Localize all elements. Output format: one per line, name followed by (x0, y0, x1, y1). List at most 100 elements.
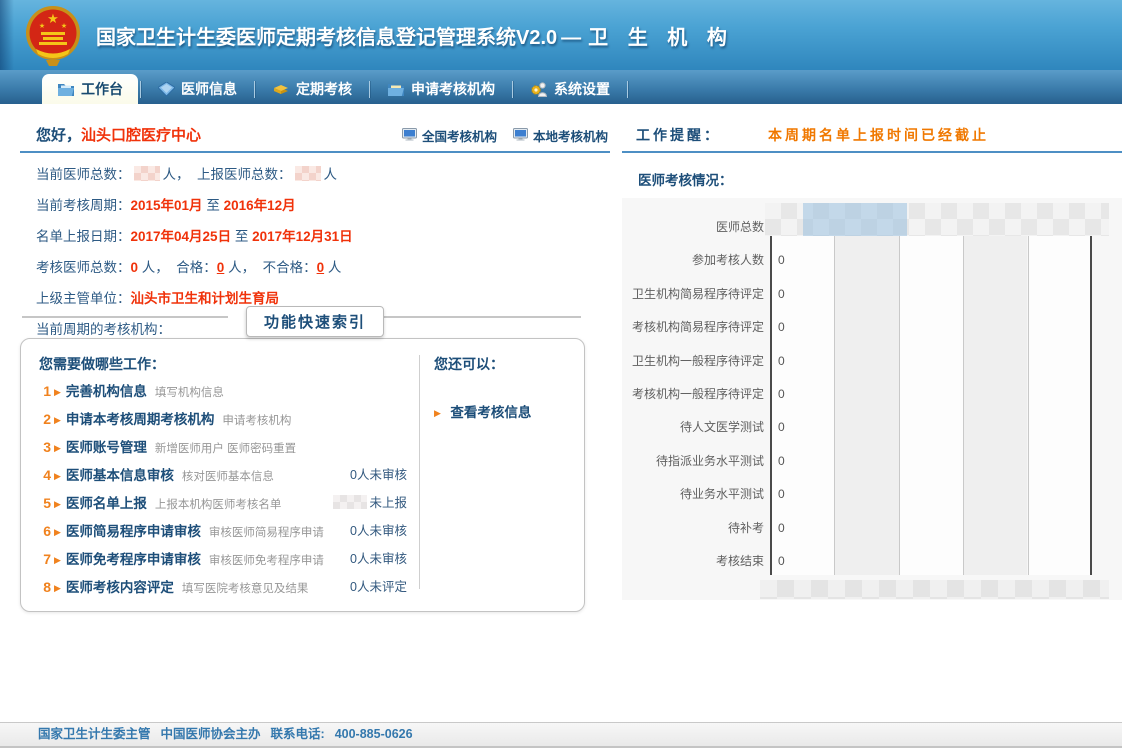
quick-index-item: 4▶医师基本信息审核核对医师基本信息0人未审核 (39, 461, 407, 489)
item-number: 7 (39, 545, 51, 573)
arrow-icon: ▶ (54, 583, 61, 593)
chart-category-label: 参加考核人数 (622, 250, 764, 270)
nav-tabs: 工作台 医师信息 定期考核 申请考核机构 系统设 (42, 74, 630, 104)
chart-category-label: 待指派业务水平测试 (622, 451, 764, 471)
apply-org-folder-icon (387, 82, 405, 97)
tab-separator (140, 81, 141, 98)
label: 不合格： (263, 260, 317, 275)
unit: 人， (228, 260, 255, 275)
quick-index-right-heading: 您还可以： (434, 351, 569, 377)
svg-text:★: ★ (61, 22, 67, 30)
view-assessment-info-link[interactable]: 查看考核信息 (450, 405, 531, 420)
quick-index-title: 功能快速索引 (246, 306, 384, 337)
greeting-prefix: 您好， (36, 127, 81, 144)
fail-count-link[interactable]: 0 (317, 260, 325, 275)
footer-supervisor: 国家卫生计生委主管 (38, 723, 151, 746)
chart-gridline (963, 236, 964, 575)
chart-value-label: 0 (778, 317, 785, 337)
chart-value-label: 0 (778, 351, 785, 371)
chart-right-border (1090, 236, 1092, 575)
item-number: 3 (39, 433, 51, 461)
footer-phone-label: 联系电话: (271, 723, 325, 746)
to-word: 至 (235, 229, 249, 244)
item-number: 4 (39, 461, 51, 489)
chart-value-label: 0 (778, 284, 785, 304)
chart-category-label: 卫生机构简易程序待评定 (622, 284, 764, 304)
tab-separator (254, 81, 255, 98)
org-name: 汕头口腔医疗中心 (81, 127, 201, 144)
tab-workbench[interactable]: 工作台 (42, 74, 138, 104)
local-assessment-org-link[interactable]: 本地考核机构 (513, 126, 608, 145)
tab-apply-assessment-org[interactable]: 申请考核机构 (372, 74, 510, 104)
label: 上级主管单位： (36, 291, 131, 306)
chart-value-label: 0 (778, 250, 785, 270)
link-label: 本地考核机构 (533, 126, 608, 145)
chart-category-label: 考核机构简易程序待评定 (622, 317, 764, 337)
view-assessment-info-row: ▶ 查看考核信息 (434, 401, 569, 422)
quick-index-link[interactable]: 医师名单上报 (66, 496, 147, 511)
chart-gridline (899, 236, 900, 575)
redacted-first-row-bar (765, 203, 1109, 236)
to-word: 至 (206, 198, 220, 213)
tab-system-settings[interactable]: 系统设置 (515, 74, 625, 104)
quick-index-item: 2▶申请本考核周期考核机构申请考核机构 (39, 405, 407, 433)
report-end-date: 2017年12月31日 (252, 229, 353, 244)
redacted-value (134, 166, 160, 181)
quick-index-link[interactable]: 医师账号管理 (66, 440, 147, 455)
redacted-x-axis-labels (760, 580, 1109, 599)
quick-index-link[interactable]: 申请本考核周期考核机构 (66, 412, 215, 427)
label: 考核医师总数： (36, 260, 131, 275)
cycle-end-date: 2016年12月 (224, 198, 296, 213)
quick-index-link[interactable]: 医师简易程序申请审核 (66, 524, 201, 539)
redacted-value (295, 166, 321, 181)
info-line-assessment-cycle: 当前考核周期：2015年01月 至 2016年12月 (36, 190, 610, 221)
page-footer: 国家卫生计生委主管 中国医师协会主办 联系电话: 400-885-0626 (0, 722, 1122, 748)
item-description: 核对医师基本信息 (182, 471, 274, 483)
label: 合格： (176, 260, 217, 275)
label: 当前考核周期： (36, 198, 131, 213)
unit: 人， (142, 260, 169, 275)
quick-index-link[interactable]: 医师免考程序申请审核 (66, 552, 201, 567)
national-assessment-org-link[interactable]: 全国考核机构 (402, 126, 497, 145)
item-number: 2 (39, 405, 51, 433)
redacted-count (333, 495, 367, 509)
item-badge: 0人未审核 (350, 517, 407, 545)
tab-periodic-assessment[interactable]: 定期考核 (257, 74, 367, 104)
quick-index-item: 1▶完善机构信息填写机构信息 (39, 377, 407, 405)
pass-count-link[interactable]: 0 (217, 260, 225, 275)
arrow-icon: ▶ (54, 415, 61, 425)
left-column: 您好，汕头口腔医疗中心 全国考核机构 本地考核机构 当前医师总数：人， 上报医师… (20, 118, 610, 345)
chart-y-axis (770, 236, 772, 575)
header-links: 全国考核机构 本地考核机构 (402, 126, 608, 145)
greeting-text: 您好，汕头口腔医疗中心 (36, 124, 201, 145)
item-number: 6 (39, 517, 51, 545)
tab-separator (512, 81, 513, 98)
chart-category-label: 考核结束 (622, 551, 764, 571)
cycle-start-date: 2015年01月 (131, 198, 203, 213)
tab-separator (369, 81, 370, 98)
chart-category-label: 待业务水平测试 (622, 484, 764, 504)
china-national-emblem-icon: ★ ★ ★ (24, 2, 82, 73)
item-number: 8 (39, 573, 51, 601)
item-badge: 0人未审核 (350, 461, 407, 489)
quick-index-left: 您需要做哪些工作： 1▶完善机构信息填写机构信息 2▶申请本考核周期考核机构申请… (39, 351, 407, 601)
quick-index-link[interactable]: 完善机构信息 (66, 384, 147, 399)
quick-index-link[interactable]: 医师考核内容评定 (66, 580, 174, 595)
chart-value-label: 0 (778, 451, 785, 471)
chart-category-label: 卫生机构一般程序待评定 (622, 351, 764, 371)
quick-index-item: 8▶医师考核内容评定填写医院考核意见及结果0人未评定 (39, 573, 407, 601)
quick-index-left-heading: 您需要做哪些工作： (39, 351, 407, 377)
item-description: 审核医师简易程序申请 (209, 527, 324, 539)
periodic-assessment-books-icon (272, 82, 290, 97)
quick-index-link[interactable]: 医师基本信息审核 (66, 468, 174, 483)
page-title-suffix: —卫 生 机 构 (561, 27, 734, 49)
panel-wing-right (374, 316, 581, 318)
supervisor-org: 汕头市卫生和计划生育局 (131, 291, 280, 306)
monitor-icon (402, 128, 417, 144)
tab-physician-info[interactable]: 医师信息 (143, 74, 252, 104)
chart-category-label: 考核机构一般程序待评定 (622, 384, 764, 404)
page-title-text: 国家卫生计生委医师定期考核信息登记管理系统V2.0 (96, 27, 557, 49)
assessed-total: 0 (131, 260, 139, 275)
chart-category-label: 医师总数 (622, 217, 764, 237)
workbench-folder-icon (57, 82, 75, 97)
